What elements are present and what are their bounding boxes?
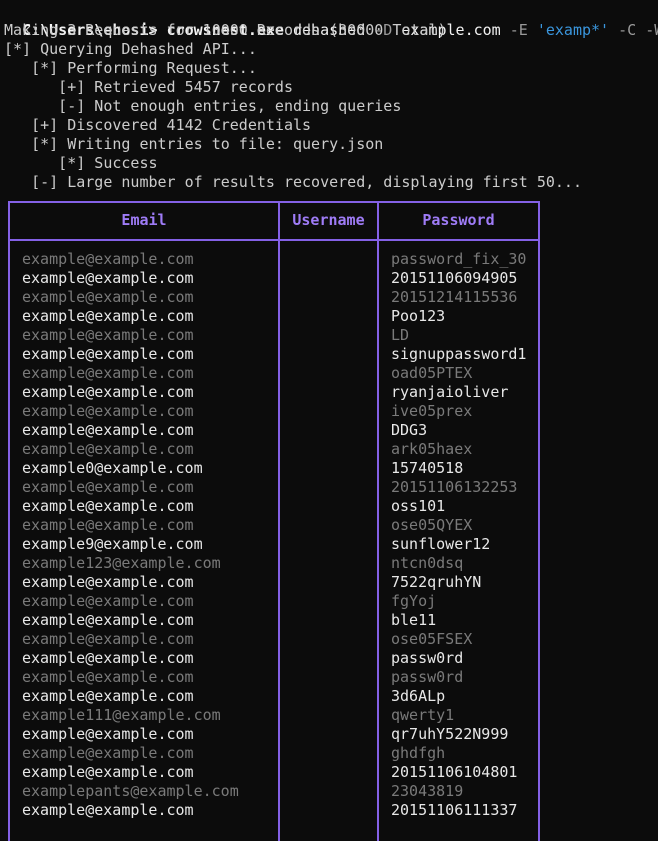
password-cell: signuppassword1 bbox=[391, 345, 527, 363]
command-flag-email: -E bbox=[509, 21, 528, 39]
output-line: [*] Querying Dehashed API... bbox=[4, 40, 257, 58]
password-cell: ntcn0dsq bbox=[391, 554, 464, 572]
column-header-email: Email bbox=[121, 211, 167, 229]
password-cell: oss101 bbox=[391, 497, 446, 515]
password-cell: 23043819 bbox=[391, 782, 464, 800]
email-cell: example@example.com bbox=[22, 687, 194, 705]
password-cell: DDG3 bbox=[391, 421, 428, 439]
password-cell: ryanjaioliver bbox=[391, 383, 509, 401]
email-cell: example@example.com bbox=[22, 630, 194, 648]
email-cell: example0@example.com bbox=[22, 459, 203, 477]
email-cell: example@example.com bbox=[22, 478, 194, 496]
email-cell: example@example.com bbox=[22, 573, 194, 591]
command-query-arg: 'examp*' bbox=[536, 21, 610, 39]
password-cell: sunflower12 bbox=[391, 535, 491, 553]
password-cell: 15740518 bbox=[391, 459, 464, 477]
password-cell: ble11 bbox=[391, 611, 437, 629]
password-cell: ive05prex bbox=[391, 402, 473, 420]
password-cell: ark05haex bbox=[391, 440, 473, 458]
command-line[interactable]: C:\Users\ehosi> crowsnest.exe dehashed -… bbox=[4, 2, 658, 39]
password-cell: qr7uhY522N999 bbox=[391, 725, 509, 743]
password-cell: LD bbox=[391, 326, 410, 344]
table-header-divider bbox=[8, 239, 540, 241]
password-cell: password_fix_30 bbox=[391, 250, 527, 268]
password-cell: 20151106111337 bbox=[391, 801, 518, 819]
email-cell: example@example.com bbox=[22, 364, 194, 382]
table-column-divider bbox=[278, 201, 280, 841]
output-line: [-] Not enough entries, ending queries bbox=[4, 97, 402, 115]
email-cell: examplepants@example.com bbox=[22, 782, 239, 800]
command-flag-c: -C bbox=[618, 21, 637, 39]
output-line: [*] Performing Request... bbox=[4, 59, 257, 77]
email-cell: example@example.com bbox=[22, 307, 194, 325]
password-cell: ghdfgh bbox=[391, 744, 446, 762]
email-cell: example@example.com bbox=[22, 763, 194, 781]
password-cell: qwerty1 bbox=[391, 706, 455, 724]
password-cell: passw0rd bbox=[391, 668, 464, 686]
output-line: [-] Large number of results recovered, d… bbox=[4, 173, 582, 191]
column-header-username: Username bbox=[292, 211, 365, 229]
email-cell: example@example.com bbox=[22, 801, 194, 819]
email-cell: example@example.com bbox=[22, 649, 194, 667]
email-cell: example@example.com bbox=[22, 497, 194, 515]
column-header-password: Password bbox=[422, 211, 495, 229]
email-cell: example@example.com bbox=[22, 744, 194, 762]
email-cell: example@example.com bbox=[22, 250, 194, 268]
email-cell: example@example.com bbox=[22, 288, 194, 306]
email-cell: example@example.com bbox=[22, 383, 194, 401]
password-cell: 20151106104801 bbox=[391, 763, 518, 781]
email-cell: example@example.com bbox=[22, 440, 194, 458]
email-cell: example@example.com bbox=[22, 516, 194, 534]
email-cell: example@example.com bbox=[22, 421, 194, 439]
email-cell: example@example.com bbox=[22, 725, 194, 743]
email-cell: example@example.com bbox=[22, 269, 194, 287]
password-cell: passw0rd bbox=[391, 649, 464, 667]
email-cell: example@example.com bbox=[22, 326, 194, 344]
password-cell: 20151106094905 bbox=[391, 269, 518, 287]
email-cell: example@example.com bbox=[22, 611, 194, 629]
email-cell: example123@example.com bbox=[22, 554, 221, 572]
output-line: [+] Discovered 4142 Credentials bbox=[4, 116, 312, 134]
output-line: [*] Success bbox=[4, 154, 158, 172]
password-cell: 20151106132253 bbox=[391, 478, 518, 496]
output-line: [+] Retrieved 5457 records bbox=[4, 78, 293, 96]
email-cell: example9@example.com bbox=[22, 535, 203, 553]
table-column-divider bbox=[377, 201, 379, 841]
email-cell: example@example.com bbox=[22, 345, 194, 363]
password-cell: 3d6ALp bbox=[391, 687, 446, 705]
output-line: Making 3 Requests for 10000 Records (300… bbox=[4, 21, 447, 39]
email-cell: example@example.com bbox=[22, 402, 194, 420]
password-cell: 7522qruhYN bbox=[391, 573, 482, 591]
password-cell: fgYoj bbox=[391, 592, 437, 610]
email-cell: example@example.com bbox=[22, 592, 194, 610]
password-cell: ose05FSEX bbox=[391, 630, 473, 648]
password-cell: 20151214115536 bbox=[391, 288, 518, 306]
command-flag-w: -W bbox=[645, 21, 658, 39]
output-line: [*] Writing entries to file: query.json bbox=[4, 135, 384, 153]
password-cell: oad05PTEX bbox=[391, 364, 473, 382]
password-cell: ose05QYEX bbox=[391, 516, 473, 534]
email-cell: example111@example.com bbox=[22, 706, 221, 724]
password-cell: Poo123 bbox=[391, 307, 446, 325]
email-cell: example@example.com bbox=[22, 668, 194, 686]
